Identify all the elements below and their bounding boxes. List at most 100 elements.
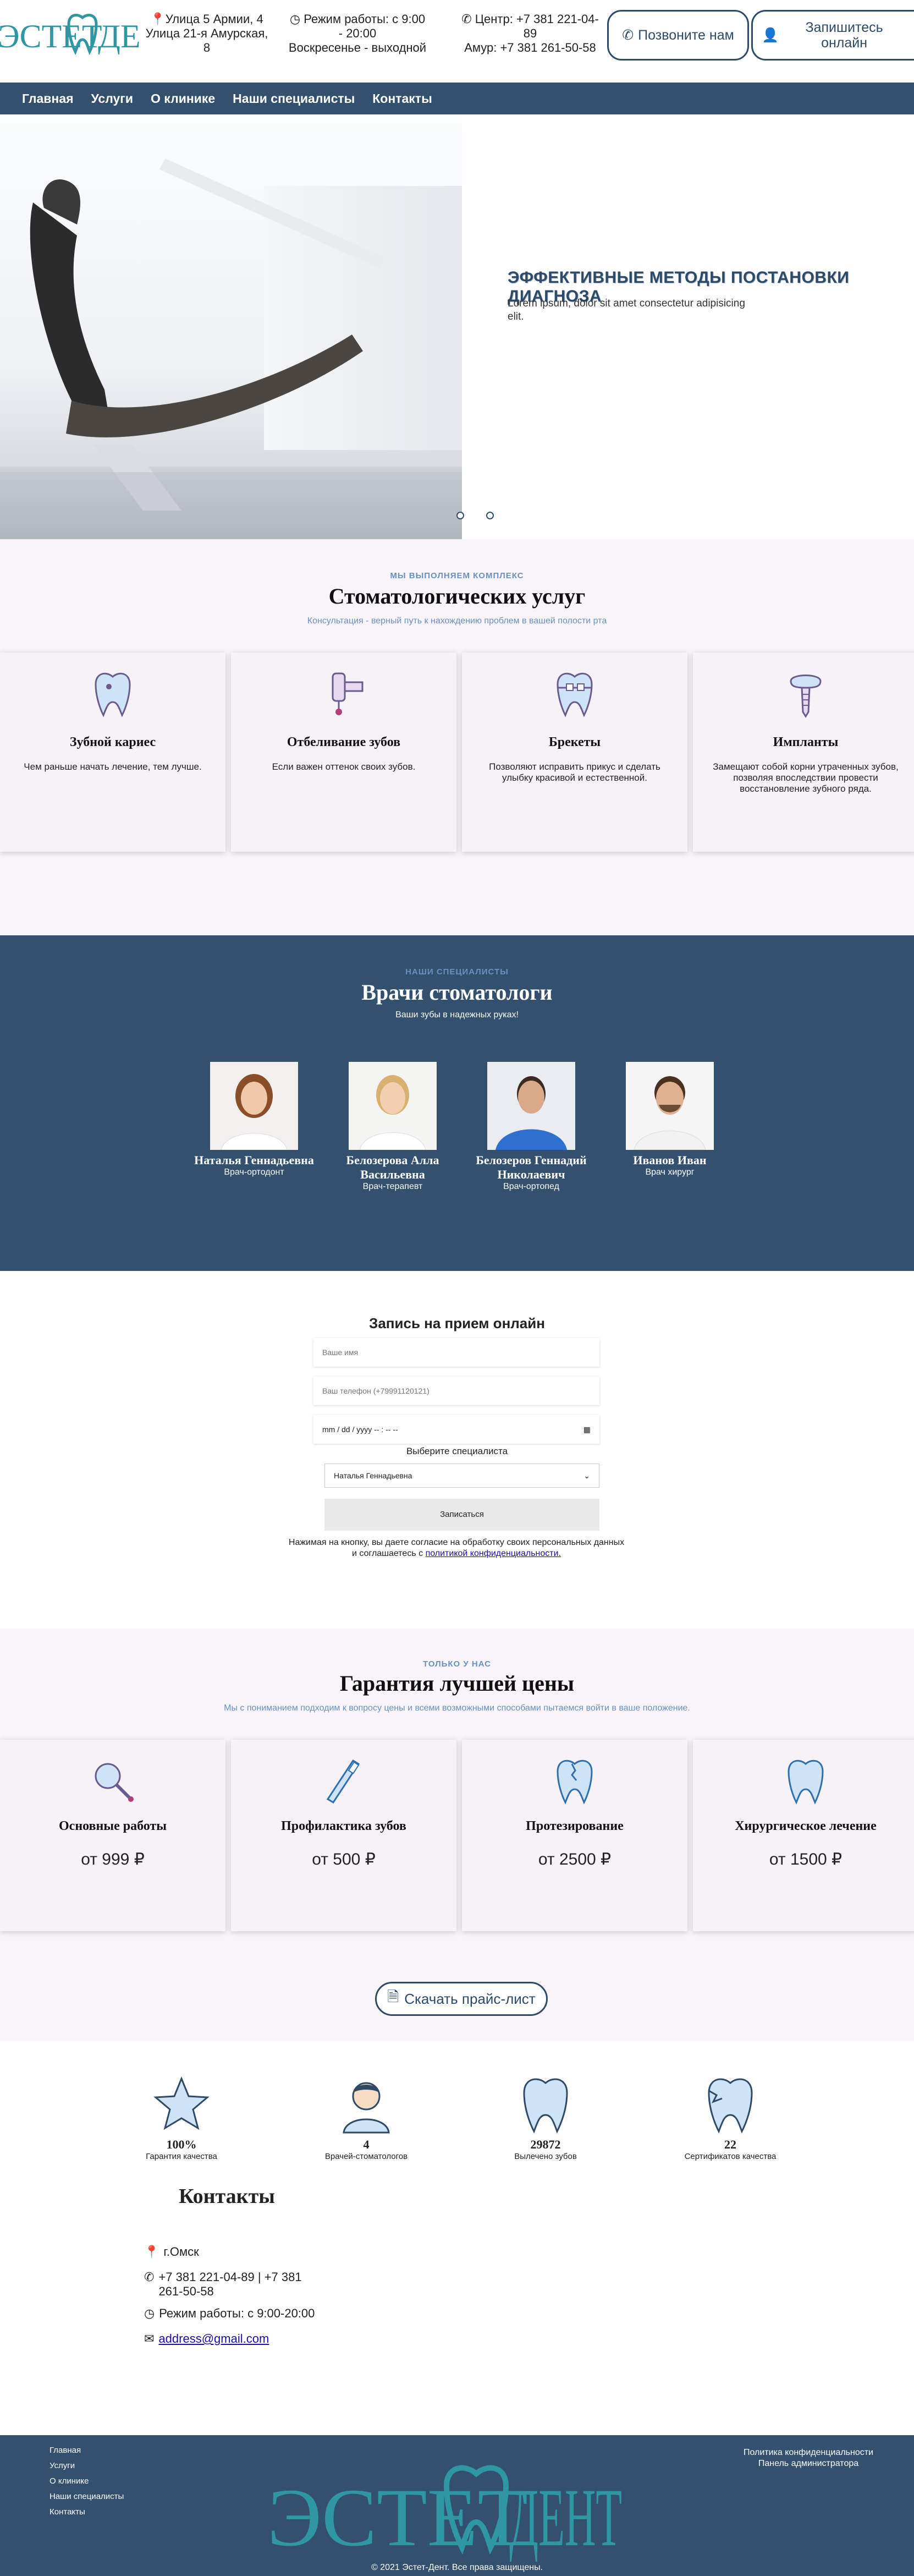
- stat-item: 29872 Вылечено зубов: [480, 2074, 612, 2161]
- footer-link-services[interactable]: Услуги: [49, 2458, 124, 2474]
- stat-label: Сертификатов качества: [684, 2152, 777, 2161]
- download-price-button[interactable]: 🗎 Скачать прайс-лист: [375, 1982, 548, 2016]
- slider-dot-1[interactable]: [456, 512, 464, 519]
- user-icon: 👤: [762, 28, 779, 43]
- phone-icon: ✆: [622, 28, 634, 43]
- service-card-braces[interactable]: Брекеты Позволяют исправить прикус и сде…: [462, 653, 687, 852]
- doctor-name: Белозерова Алла Васильевна: [346, 1153, 439, 1181]
- tooth-icon: [523, 2078, 568, 2134]
- phones-text[interactable]: +7 381 221-04-89 | +7 381 261-50-58: [158, 2270, 326, 2299]
- site-header: ЭСТЕТ ДЕНТ 📍Улица 5 Армии, 4 Улица 21-я …: [0, 0, 914, 83]
- stat-item: 100% Гарантия качества: [115, 2074, 247, 2161]
- doctor-photo: [349, 1062, 437, 1150]
- clock-icon: ◷: [144, 2306, 155, 2320]
- chevron-down-icon: ⌄: [583, 1471, 590, 1480]
- doctor-card[interactable]: Белозерова Алла Васильевна Врач-терапевт: [332, 1062, 453, 1192]
- price-card[interactable]: Профилактика зубов от 500 ₽: [231, 1740, 456, 1931]
- hero-text: Lorem ipsum, dolor sit amet consectetur …: [508, 298, 745, 322]
- phone-icon: ✆: [144, 2270, 155, 2284]
- doctor-photo: [210, 1062, 298, 1150]
- hours-1: Режим работы: с 9:00 - 20:00: [304, 12, 426, 40]
- nav-specialists[interactable]: Наши специалисты: [233, 91, 355, 106]
- booking-title: Запись на прием онлайн: [369, 1315, 545, 1331]
- prices-subtitle: Мы с пониманием подходим к вопросу цены …: [224, 1703, 690, 1713]
- call-us-button[interactable]: ✆ Позвоните нам: [607, 10, 749, 61]
- price-value: от 999 ₽: [81, 1850, 145, 1868]
- name-input[interactable]: [313, 1338, 599, 1367]
- phones-block: ✆ Центр: +7 381 221-04-89 Амур: +7 381 2…: [456, 12, 604, 55]
- envelope-icon: ✉: [144, 2332, 155, 2345]
- footer-link-specialists[interactable]: Наши специалисты: [49, 2489, 124, 2504]
- service-card-whitening[interactable]: Отбеливание зубов Если важен оттенок сво…: [231, 653, 456, 852]
- doctor-role: Врач-терапевт: [362, 1182, 423, 1191]
- email-link[interactable]: address@gmail.com: [158, 2332, 269, 2346]
- service-card-caries[interactable]: Зубной кариес Чем раньше начать лечение,…: [0, 653, 225, 852]
- price-title: Хирургическое лечение: [735, 1819, 877, 1833]
- footer-links: Главная Услуги О клинике Наши специалист…: [49, 2443, 124, 2520]
- price-card[interactable]: Хирургическое лечение от 1500 ₽: [693, 1740, 914, 1931]
- privacy-policy-link[interactable]: политикой конфиденциальности.: [426, 1549, 561, 1558]
- booking-section: Запись на прием онлайн mm / dd / yyyy --…: [0, 1271, 914, 1629]
- price-card[interactable]: Протезирование от 2500 ₽: [462, 1740, 687, 1931]
- doctor-card[interactable]: Белозеров Геннадий Николаевич Врач-ортоп…: [471, 1062, 592, 1192]
- footer-link-contacts[interactable]: Контакты: [49, 2504, 124, 2520]
- calendar-icon[interactable]: ▦: [583, 1425, 591, 1434]
- phone-icon: ✆: [461, 12, 472, 26]
- doctor-role: Врач-ортопед: [503, 1182, 559, 1191]
- service-desc: Позволяют исправить прикус и сделать улы…: [489, 761, 660, 783]
- city-text: г.Омск: [163, 2245, 199, 2259]
- nav-contacts[interactable]: Контакты: [372, 91, 432, 106]
- phone-amur-link[interactable]: Амур: +7 381 261-50-58: [464, 41, 596, 54]
- download-price-label: Скачать прайс-лист: [404, 1990, 536, 2007]
- doctor-card[interactable]: Иванов Иван Врач хирург: [609, 1062, 730, 1177]
- datetime-value: mm / dd / yyyy -- : -- --: [322, 1425, 398, 1434]
- stat-value: 4: [363, 2137, 370, 2151]
- implant-icon: [790, 675, 822, 718]
- doctor-photo: [626, 1062, 714, 1150]
- stat-value: 29872: [530, 2137, 561, 2151]
- footer-logo-text-right: ДЕНТ: [509, 2472, 622, 2562]
- service-card-implants[interactable]: Импланты Замещают собой корни утраченных…: [693, 653, 914, 852]
- hours-2: Воскресенье - выходной: [288, 41, 427, 54]
- map-pin-icon: 📍: [144, 2245, 159, 2259]
- nav-services[interactable]: Услуги: [91, 91, 133, 106]
- nav-home[interactable]: Главная: [22, 91, 74, 106]
- price-card[interactable]: Основные работы от 999 ₽: [0, 1740, 225, 1931]
- datetime-input[interactable]: mm / dd / yyyy -- : -- -- ▦: [313, 1415, 599, 1444]
- doctor-name: Иванов Иван: [633, 1153, 707, 1167]
- service-title: Брекеты: [548, 735, 601, 749]
- admin-panel-link[interactable]: Панель администратора: [726, 2458, 891, 2469]
- doctors-section: НАШИ СПЕЦИАЛИСТЫ Врачи стоматологи Ваши …: [0, 935, 914, 1271]
- specialist-select[interactable]: Наталья Геннадьевна ⌄: [324, 1464, 599, 1488]
- service-title: Импланты: [773, 735, 839, 749]
- nav-about[interactable]: О клинике: [151, 91, 215, 106]
- doctor-card[interactable]: Наталья Геннадьевна Врач-ортодонт: [194, 1062, 315, 1177]
- privacy-link[interactable]: Политика конфиденциальности: [726, 2447, 891, 2458]
- main-nav: Главная Услуги О клинике Наши специалист…: [0, 83, 914, 114]
- footer-link-about[interactable]: О клинике: [49, 2474, 124, 2489]
- footer-right-links: Политика конфиденциальности Панель админ…: [726, 2447, 891, 2469]
- phone-center-link[interactable]: Центр: +7 381 221-04-89: [475, 12, 599, 40]
- tooth-icon: [95, 672, 131, 717]
- doctor-role: Врач-ортодонт: [224, 1168, 284, 1177]
- broken-tooth-icon: [708, 2078, 753, 2134]
- service-title: Отбеливание зубов: [287, 735, 401, 749]
- price-title: Основные работы: [59, 1819, 167, 1833]
- call-us-label: Позвоните нам: [638, 28, 734, 43]
- price-title: Протезирование: [526, 1819, 624, 1833]
- service-desc: Замещают собой корни утраченных зубов, п…: [713, 761, 899, 794]
- prices-kicker: ТОЛЬКО У НАС: [422, 1659, 491, 1669]
- hero-image-dental-chair: [0, 114, 462, 539]
- contact-city: 📍 г.Омск: [144, 2245, 199, 2259]
- doctor-name: Белозеров Геннадий Николаевич: [476, 1153, 587, 1181]
- magnifier-icon: [95, 1763, 134, 1802]
- footer-link-home[interactable]: Главная: [49, 2443, 124, 2458]
- contacts-title: Контакты: [179, 2185, 275, 2208]
- book-online-button[interactable]: 👤 Запишитесь онлайн: [751, 10, 914, 61]
- clock-icon: ◷: [289, 12, 301, 26]
- logo[interactable]: ЭСТЕТ ДЕНТ: [0, 8, 140, 63]
- slider-dot-2[interactable]: [486, 512, 494, 519]
- price-value: от 1500 ₽: [769, 1850, 843, 1868]
- phone-input[interactable]: [313, 1377, 599, 1405]
- submit-button[interactable]: Записаться: [324, 1499, 599, 1531]
